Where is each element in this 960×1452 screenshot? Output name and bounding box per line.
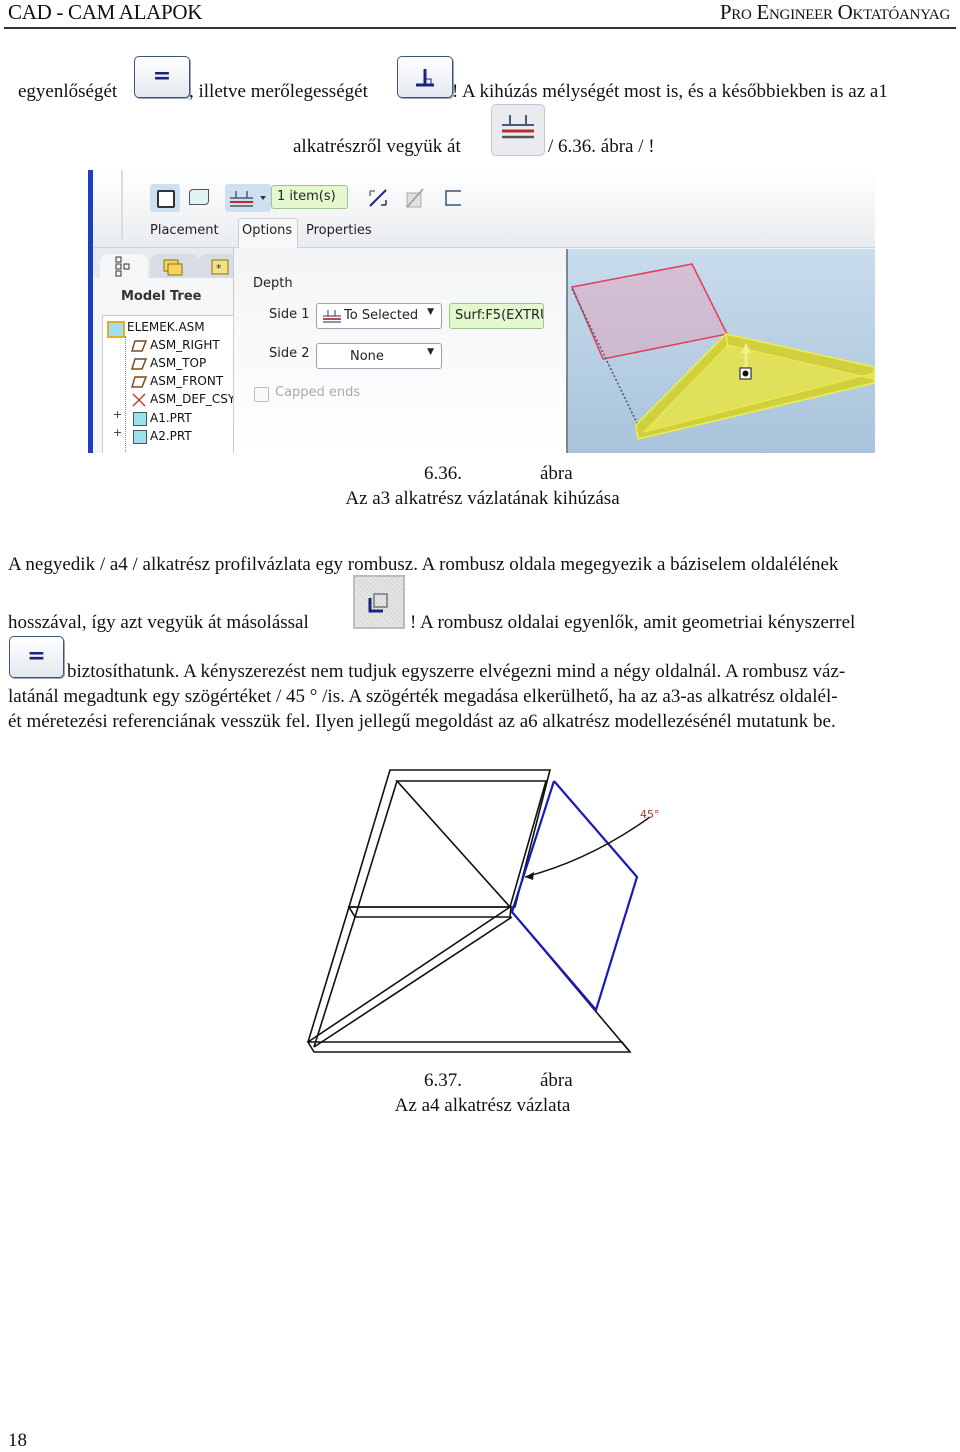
collector-text: 1 item(s) (277, 189, 336, 204)
tree-item-elemek-asm[interactable]: ELEMEK.ASM (127, 320, 205, 334)
para2-line1: A negyedik / a4 / alkatrész profilvázlat… (8, 554, 839, 575)
para2-line5: ét méretezési referenciának vesszük fel.… (8, 711, 836, 732)
figure-637-sketch: 45° (306, 769, 660, 1053)
perpendicular-constraint-icon (397, 56, 453, 98)
para2-line2-a: hosszával, így azt vegyük át másolással (8, 612, 309, 633)
capped-ends-checkbox[interactable] (254, 387, 269, 402)
side2-value: None (350, 349, 384, 364)
side2-label: Side 2 (269, 346, 310, 361)
options-panel: Depth Side 1 To Selected ▼ Surf:F5(EXTRU… (233, 248, 567, 453)
remove-material-icon[interactable] (404, 187, 426, 209)
para1-text-a: egyenlőségét (18, 81, 118, 102)
capped-ends-label: Capped ends (275, 385, 361, 400)
part-icon (133, 412, 147, 426)
model-tree-title: Model Tree (121, 289, 202, 304)
datum-plane-icon (131, 340, 147, 352)
side1-value: To Selected (344, 308, 419, 323)
figure2-title: Az a4 alkatrész vázlata (394, 1095, 571, 1116)
to-selected-depth-icon (491, 104, 545, 156)
svg-text:*: * (216, 262, 222, 275)
expand-icon[interactable]: + (113, 426, 122, 439)
para1-text-c: ! A kihúzás mélységét most is, és a késő… (452, 81, 888, 102)
header-left-title: CAD - CAM ALAPOK (8, 0, 203, 24)
tree-item-asm-front[interactable]: ASM_FRONT (150, 374, 223, 388)
figure1-title: Az a3 alkatrész vázlatának kihúzása (345, 488, 620, 509)
tab-options[interactable]: Options (242, 223, 292, 238)
to-selected-icon (323, 310, 341, 323)
tab-properties[interactable]: Properties (306, 223, 372, 238)
surface-toggle-icon[interactable] (189, 189, 209, 205)
datum-plane-icon (131, 358, 147, 370)
diagonal-outer (307, 906, 511, 1043)
side1-depth-select[interactable]: To Selected ▼ (316, 303, 442, 329)
model-tree-icon (115, 256, 130, 277)
side1-label: Side 1 (269, 307, 310, 322)
middle-bar (347, 906, 512, 918)
side2-depth-select[interactable]: None ▼ (316, 343, 442, 369)
para2-line4: latánál megadtunk egy szögértéket / 45 °… (8, 686, 838, 707)
model-tree-tab[interactable] (100, 254, 148, 278)
folder-browser-icon (163, 259, 183, 276)
inner-left-edge (354, 780, 398, 918)
figure-636-screenshot: 1 item(s) Placement Options Properties *… (88, 170, 875, 453)
reference-collector-1[interactable]: 1 item(s) (271, 185, 348, 209)
flip-direction-icon[interactable] (367, 187, 389, 209)
expand-icon[interactable]: + (113, 408, 122, 421)
top-frame-inner-edge (395, 780, 548, 909)
figure2-word: ábra (540, 1070, 573, 1091)
figure2-number: 6.37. (424, 1070, 462, 1091)
left-edge-outer (307, 906, 350, 1043)
dropdown-arrow-icon: ▼ (427, 347, 434, 357)
para1-text-d: alkatrészről vegyük át (293, 136, 461, 157)
header-divider (4, 27, 956, 29)
tree-item-asm-top[interactable]: ASM_TOP (150, 356, 206, 370)
figure1-word: ábra (540, 463, 573, 484)
graphics-viewport[interactable] (566, 249, 875, 453)
folder-browser-tab[interactable] (150, 254, 198, 278)
angle-dimension-label: 45° (640, 808, 660, 821)
header-right-title: Pro Engineer Oktatóanyag (719, 0, 950, 24)
tree-item-asm-right[interactable]: ASM_RIGHT (150, 338, 220, 352)
part-icon (133, 430, 147, 444)
coordinate-system-icon (132, 393, 146, 407)
solid-icon (157, 190, 175, 208)
side1-reference-collector[interactable]: Surf:F5(EXTRUDE (449, 303, 544, 329)
side1-reference-text: Surf:F5(EXTRUDE (455, 308, 543, 323)
equal-constraint-icon: = (134, 56, 190, 98)
page-number: 18 (8, 1430, 27, 1451)
dropdown-arrow-icon: ▼ (427, 307, 434, 317)
assembly-icon (107, 321, 125, 338)
model-tree: ELEMEK.ASM ASM_RIGHT ASM_TOP ASM_FRONT A… (102, 315, 243, 453)
datum-plane-icon (131, 376, 147, 388)
figure1-number: 6.36. (424, 463, 462, 484)
para1-text-e: / 6.36. ábra / ! (548, 136, 655, 157)
rhombus-outline (510, 780, 639, 1013)
tree-item-a2-prt[interactable]: A2.PRT (150, 429, 192, 443)
diagonal-inner (313, 916, 513, 1048)
depth-option-dropdown[interactable] (225, 184, 271, 212)
depth-label: Depth (253, 276, 293, 291)
angle-dimension-arc (524, 816, 651, 878)
ribbon-separator (121, 170, 123, 240)
to-selected-icon (230, 191, 266, 207)
solid-toggle-button[interactable] (150, 184, 180, 212)
bottom-bar (306, 1041, 632, 1053)
thicken-sketch-icon[interactable] (443, 188, 465, 208)
tree-item-asm-def-csys[interactable]: ASM_DEF_CSYS (150, 392, 243, 406)
tree-connector (125, 336, 126, 453)
rhombus-sketch (510, 780, 639, 1013)
para1-text-b: , illetve merőlegességét (189, 81, 368, 102)
para2-line3: biztosíthatunk. A kényszerezést nem tudj… (67, 661, 846, 682)
tree-item-a1-prt[interactable]: A1.PRT (150, 411, 192, 425)
use-edge-icon (353, 575, 405, 629)
para2-line2-b: ! A rombusz oldalai egyenlők, amit geome… (410, 612, 856, 633)
equal-constraint-icon: = (9, 636, 64, 678)
drag-handle-dot (742, 370, 749, 377)
reference-plane (570, 263, 729, 360)
tab-placement[interactable]: Placement (150, 223, 219, 238)
extrude-preview-graphic (570, 263, 875, 440)
left-edge-inner (313, 916, 356, 1048)
dashboard-ribbon: 1 item(s) Placement Options Properties (93, 170, 875, 249)
